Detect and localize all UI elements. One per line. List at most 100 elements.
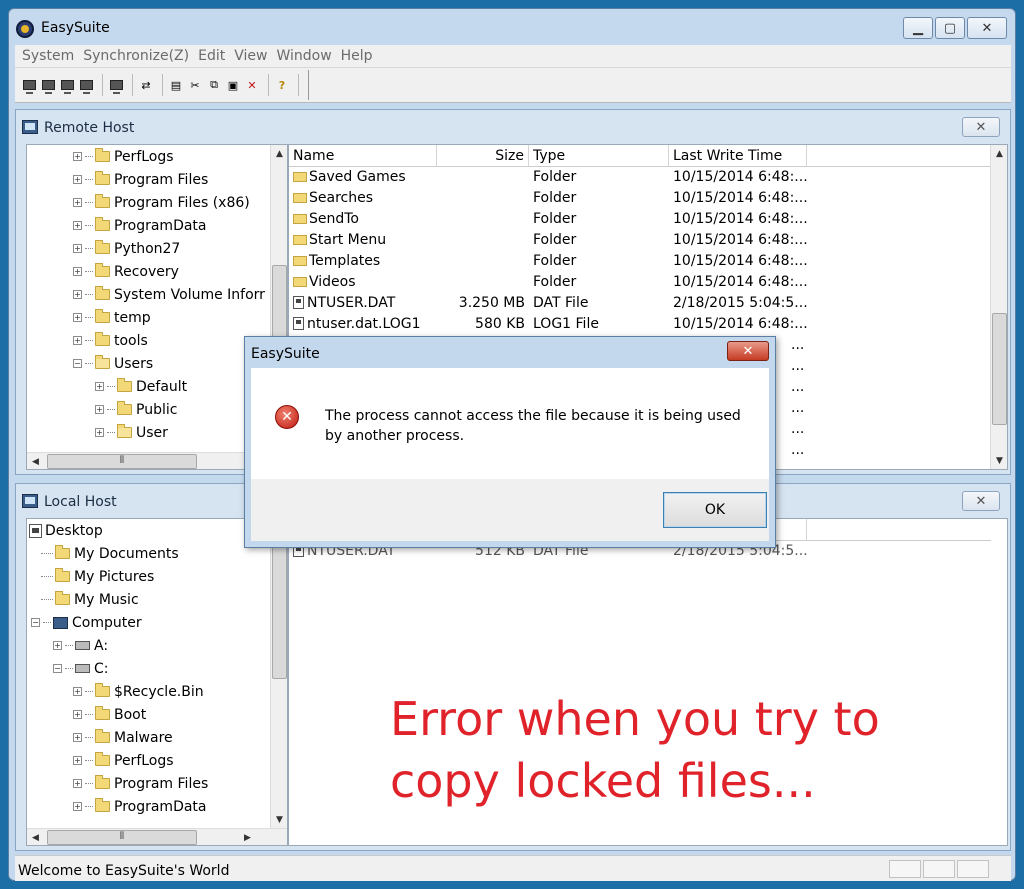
tree-item[interactable]: + Default xyxy=(95,375,187,398)
tree-item[interactable]: − Users xyxy=(73,352,153,375)
scroll-up-icon[interactable]: ▲ xyxy=(991,145,1007,162)
dialog-title: EasySuite xyxy=(251,346,320,362)
local-folder-tree[interactable]: Desktop My Documents My Pictures My Musi… xyxy=(26,518,288,846)
folder-icon xyxy=(95,240,110,254)
tree-item[interactable]: + Recovery xyxy=(73,260,179,283)
tree-item[interactable]: + User xyxy=(95,421,168,444)
column-header-size[interactable]: Size xyxy=(437,145,529,167)
new-icon[interactable]: ▤ xyxy=(168,77,184,93)
folder-icon xyxy=(95,332,110,346)
tree-item[interactable]: + Program Files (x86) xyxy=(73,191,250,214)
local-panel-close-button[interactable]: ✕ xyxy=(962,491,1000,511)
scroll-thumb[interactable]: ⦀ xyxy=(47,454,197,469)
status-bar: Welcome to EasySuite's World xyxy=(15,855,1011,881)
scroll-thumb[interactable]: ⦀ xyxy=(47,830,197,845)
tree-item[interactable]: + System Volume Inforr xyxy=(73,283,265,306)
table-row[interactable]: Searches Folder 10/15/2014 6:48:... xyxy=(289,188,807,209)
tree-item[interactable]: + Malware xyxy=(73,726,173,749)
folder-icon xyxy=(95,683,110,697)
tree-item[interactable]: + Boot xyxy=(73,703,146,726)
cut-icon[interactable]: ✂ xyxy=(187,77,203,93)
sync-icon[interactable]: ⇄ xyxy=(138,77,154,93)
tree-item[interactable]: My Music xyxy=(41,588,139,611)
disconnect-icon[interactable] xyxy=(40,77,56,94)
table-row[interactable]: Templates Folder 10/15/2014 6:48:... xyxy=(289,251,807,272)
remote-list-vscroll[interactable]: ▲ ▼ xyxy=(990,145,1007,469)
scroll-down-icon[interactable]: ▼ xyxy=(991,452,1007,469)
tree-item[interactable]: + $Recycle.Bin xyxy=(73,680,204,703)
menu-window[interactable]: Window xyxy=(273,48,337,64)
host-alt-icon[interactable] xyxy=(78,77,94,94)
dialog-close-button[interactable]: ✕ xyxy=(727,341,769,361)
close-icon: ✕ xyxy=(742,343,754,359)
refresh-icon[interactable] xyxy=(108,77,124,94)
column-header-name[interactable]: Name xyxy=(289,145,437,167)
ok-button[interactable]: OK xyxy=(663,492,767,528)
table-row[interactable]: Start Menu Folder 10/15/2014 6:48:... xyxy=(289,230,807,251)
tree-item[interactable]: + A: xyxy=(53,634,108,657)
scroll-thumb[interactable] xyxy=(992,313,1007,425)
maximize-icon: ▢ xyxy=(943,20,957,36)
tree-item[interactable]: + ProgramData xyxy=(73,214,207,237)
scroll-right-icon[interactable]: ▶ xyxy=(239,829,256,845)
paste-icon[interactable]: ▣ xyxy=(225,77,241,93)
tree-item[interactable]: Desktop xyxy=(29,519,103,542)
close-icon: ✕ xyxy=(975,493,987,509)
delete-icon[interactable]: ✕ xyxy=(244,77,260,93)
time-fragment: ... xyxy=(791,379,805,395)
scroll-left-icon[interactable]: ◀ xyxy=(27,453,44,469)
column-header-time[interactable]: Last Write Time xyxy=(669,145,807,167)
time-fragment: ... xyxy=(791,442,805,458)
menu-view[interactable]: View xyxy=(231,48,273,64)
tree-item[interactable]: − Computer xyxy=(31,611,142,634)
close-window-button[interactable]: ✕ xyxy=(967,17,1007,39)
tree-item[interactable]: + ProgramData xyxy=(73,795,207,818)
scroll-left-icon[interactable]: ◀ xyxy=(27,829,44,845)
scroll-down-icon[interactable]: ▼ xyxy=(271,811,287,828)
table-row[interactable]: SendTo Folder 10/15/2014 6:48:... xyxy=(289,209,807,230)
menu-synchronize[interactable]: Synchronize(Z) xyxy=(80,48,195,64)
column-header-type[interactable]: Type xyxy=(529,145,669,167)
title-bar[interactable]: EasySuite ▁ ▢ ✕ xyxy=(9,9,1015,45)
floppy-drive-icon xyxy=(75,641,90,650)
tree-item[interactable]: + Program Files xyxy=(73,168,208,191)
host-icon[interactable] xyxy=(59,77,75,94)
folder-icon xyxy=(95,286,110,300)
scroll-up-icon[interactable]: ▲ xyxy=(271,145,287,162)
folder-icon xyxy=(293,277,307,287)
tree-item[interactable]: + PerfLogs xyxy=(73,749,174,772)
help-icon[interactable]: ? xyxy=(274,77,290,93)
tree-item[interactable]: + PerfLogs xyxy=(73,145,174,168)
scroll-thumb[interactable] xyxy=(272,539,287,679)
tree-item[interactable]: + Public xyxy=(95,398,177,421)
table-row[interactable]: Videos Folder 10/15/2014 6:48:... xyxy=(289,272,807,293)
menu-help[interactable]: Help xyxy=(338,48,379,64)
tree-item[interactable]: My Pictures xyxy=(41,565,154,588)
folder-icon xyxy=(293,172,307,182)
tree-item[interactable]: + Python27 xyxy=(73,237,180,260)
remote-panel-close-button[interactable]: ✕ xyxy=(962,117,1000,137)
close-icon: ✕ xyxy=(975,119,987,135)
tree-item[interactable]: My Documents xyxy=(41,542,179,565)
table-row[interactable]: ntuser.dat.LOG1 580 KB LOG1 File 10/15/2… xyxy=(289,314,807,335)
tree-item[interactable]: + tools xyxy=(73,329,148,352)
connect-icon[interactable] xyxy=(21,77,37,94)
table-row[interactable]: Saved Games Folder 10/15/2014 6:48:... xyxy=(289,167,807,188)
status-text: Welcome to EasySuite's World xyxy=(18,863,230,879)
folder-icon xyxy=(95,752,110,766)
menu-edit[interactable]: Edit xyxy=(195,48,231,64)
local-tree-vscroll[interactable]: ▼ xyxy=(270,519,287,828)
time-fragment: ... xyxy=(791,400,805,416)
tree-item[interactable]: + temp xyxy=(73,306,151,329)
menu-system[interactable]: System xyxy=(19,48,80,64)
maximize-button[interactable]: ▢ xyxy=(935,17,965,39)
table-row[interactable]: NTUSER.DAT 3.250 MB DAT File 2/18/2015 5… xyxy=(289,293,807,314)
local-host-title: Local Host xyxy=(44,494,117,510)
minimize-button[interactable]: ▁ xyxy=(903,17,933,39)
tree-item[interactable]: + Program Files xyxy=(73,772,208,795)
tree-item[interactable]: − C: xyxy=(53,657,109,680)
remote-host-icon xyxy=(22,120,38,134)
local-tree-hscroll[interactable]: ◀ ⦀ ▶ xyxy=(27,828,287,845)
copy-icon[interactable]: ⧉ xyxy=(206,77,222,93)
file-icon xyxy=(293,317,304,330)
